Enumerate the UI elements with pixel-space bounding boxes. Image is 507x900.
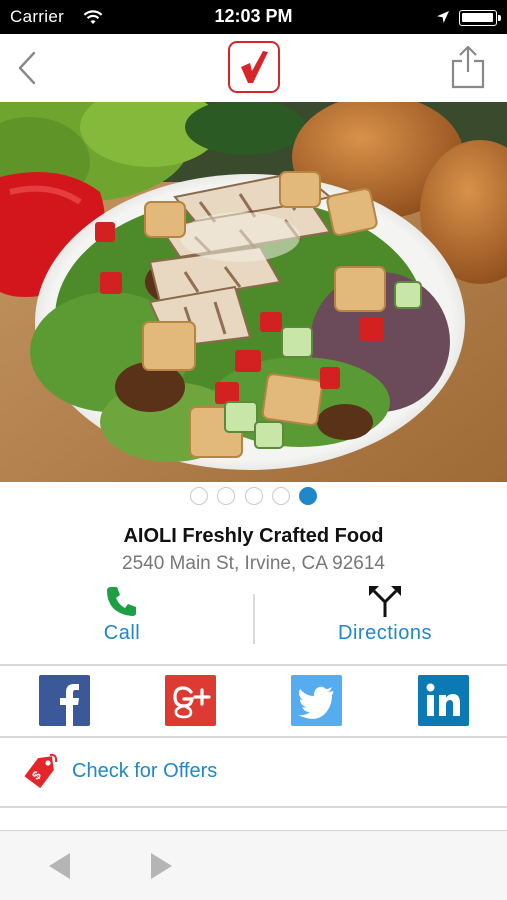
triangle-right-icon — [151, 853, 172, 879]
google-plus-icon — [173, 686, 211, 719]
directions-fork-icon — [369, 586, 401, 617]
google-plus-button[interactable] — [165, 675, 216, 726]
chevron-left-icon — [18, 51, 36, 85]
page-indicator — [0, 487, 507, 509]
linkedin-button[interactable] — [418, 675, 469, 726]
clock: 12:03 PM — [214, 6, 293, 26]
share-button[interactable] — [448, 44, 488, 90]
twitter-button[interactable] — [291, 675, 342, 726]
checkmark-logo-icon — [241, 51, 268, 83]
bottom-toolbar — [0, 830, 507, 900]
page-dot[interactable] — [271, 487, 290, 505]
triangle-left-icon — [49, 853, 70, 879]
page-dot-active[interactable] — [299, 487, 318, 505]
page-dot[interactable] — [189, 487, 208, 505]
page-dot[interactable] — [217, 487, 236, 505]
business-address: 2540 Main St, Irvine, CA 92614 — [122, 553, 385, 574]
call-label: Call — [103, 622, 141, 644]
price-tag-icon: $ — [24, 753, 58, 789]
call-button[interactable]: Call — [60, 584, 184, 650]
status-bar: Carrier 12:03 PM — [0, 0, 507, 34]
divider — [0, 806, 507, 808]
browser-back-button[interactable] — [44, 849, 78, 883]
nav-bar — [0, 34, 507, 102]
check-offers-row[interactable]: $ Check for Offers — [0, 738, 507, 805]
location-arrow-icon — [436, 10, 450, 29]
facebook-icon — [60, 684, 79, 726]
directions-button[interactable]: Directions — [310, 584, 460, 650]
battery-icon — [459, 10, 501, 26]
action-divider — [253, 594, 255, 644]
salad-photo[interactable] — [0, 102, 507, 482]
business-name: AIOLI Freshly Crafted Food — [123, 525, 384, 547]
page-dot[interactable] — [244, 487, 263, 505]
check-offers-label: Check for Offers — [72, 760, 218, 782]
twitter-bird-icon — [298, 686, 334, 719]
back-button[interactable] — [12, 48, 44, 88]
divider — [0, 664, 507, 666]
app-logo — [228, 41, 280, 93]
directions-label: Directions — [338, 622, 432, 644]
browser-forward-button[interactable] — [143, 849, 177, 883]
facebook-button[interactable] — [39, 675, 90, 726]
linkedin-icon — [426, 683, 460, 716]
phone-icon — [107, 587, 136, 616]
share-icon — [451, 45, 485, 89]
